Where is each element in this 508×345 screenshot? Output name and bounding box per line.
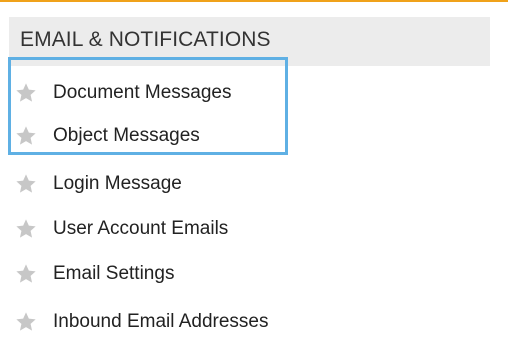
menu-item-label: Email Settings [53, 263, 175, 284]
star-icon[interactable] [15, 311, 37, 333]
star-icon[interactable] [15, 263, 37, 285]
star-icon[interactable] [15, 125, 37, 147]
menu-item-inbound-email-addresses[interactable]: Inbound Email Addresses [15, 310, 268, 334]
menu-item-label: Object Messages [53, 125, 200, 146]
star-icon[interactable] [15, 218, 37, 240]
menu-item-label: Login Message [53, 173, 182, 194]
menu-item-email-settings[interactable]: Email Settings [15, 262, 174, 286]
menu-item-label: Document Messages [53, 82, 232, 103]
menu-list: Document Messages Object Messages Login … [0, 0, 508, 345]
star-icon[interactable] [15, 173, 37, 195]
menu-item-login-message[interactable]: Login Message [15, 172, 182, 196]
menu-item-label: Inbound Email Addresses [53, 311, 269, 332]
menu-item-object-messages[interactable]: Object Messages [15, 124, 200, 148]
star-icon[interactable] [15, 82, 37, 104]
menu-item-label: User Account Emails [53, 218, 229, 239]
menu-item-user-account-emails[interactable]: User Account Emails [15, 217, 228, 241]
menu-item-document-messages[interactable]: Document Messages [15, 81, 231, 105]
